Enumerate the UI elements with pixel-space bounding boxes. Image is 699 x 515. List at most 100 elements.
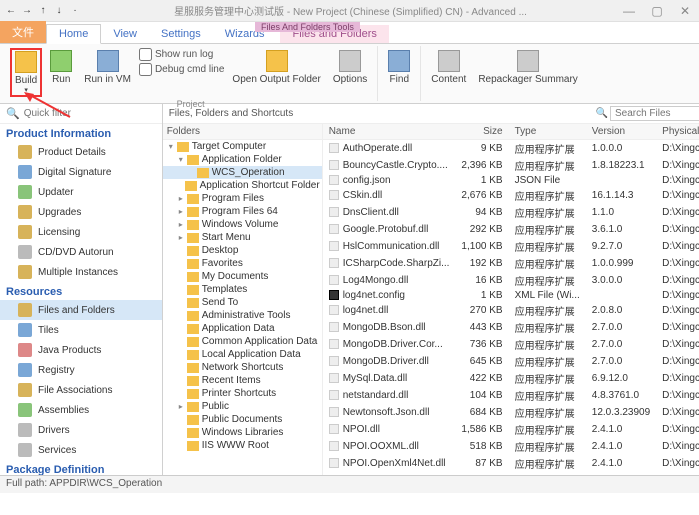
file-row[interactable]: Log4Mongo.dll16 KB应用程序扩展3.0.0.0D:\XingcO… <box>323 272 699 289</box>
run-button[interactable]: Run <box>46 48 76 87</box>
tree-expander[interactable]: ▸ <box>175 233 187 242</box>
repackager-button[interactable]: Repackager Summary <box>474 48 581 87</box>
find-button[interactable]: Find <box>384 48 414 87</box>
file-row[interactable]: ICSharpCode.SharpZi...192 KB应用程序扩展1.0.0.… <box>323 255 699 272</box>
nav-item[interactable]: Java Products <box>0 340 162 360</box>
close-button[interactable]: ✕ <box>675 4 695 18</box>
quick-filter-input[interactable] <box>24 108 156 119</box>
tab-home[interactable]: Home <box>46 24 101 44</box>
qat-button[interactable]: ← <box>4 4 18 18</box>
tree-expander[interactable]: ▸ <box>175 207 187 216</box>
nav-item[interactable]: Multiple Instances <box>0 262 162 282</box>
tree-item[interactable]: ▾Application Folder <box>163 153 322 166</box>
quick-filter[interactable]: 🔍 <box>0 104 162 124</box>
tree-item[interactable]: Common Application Data <box>163 335 322 348</box>
tree-item[interactable]: Templates <box>163 283 322 296</box>
tree-item[interactable]: Printer Shortcuts <box>163 387 322 400</box>
file-row[interactable]: MySql.Data.dll422 KB应用程序扩展6.9.12.0D:\Xin… <box>323 370 699 387</box>
file-row[interactable]: NPOI.OOXML.dll518 KB应用程序扩展2.4.1.0D:\Xing… <box>323 438 699 455</box>
show-run-log-check[interactable]: Show run log <box>139 48 224 61</box>
column-header[interactable]: Physical Sou <box>656 124 699 140</box>
file-row[interactable]: NPOI.dll1,586 KB应用程序扩展2.4.1.0D:\XingcOpe <box>323 421 699 438</box>
tab-file[interactable]: 文件 <box>0 21 46 43</box>
column-header[interactable]: Size <box>455 124 508 140</box>
cell: D:\XingcOpe <box>656 289 699 302</box>
tree-item[interactable]: IIS WWW Root <box>163 439 322 452</box>
minimize-button[interactable]: — <box>619 4 639 18</box>
nav-item[interactable]: CD/DVD Autorun <box>0 242 162 262</box>
tree-item[interactable]: Local Application Data <box>163 348 322 361</box>
tab-settings[interactable]: Settings <box>149 25 213 43</box>
file-row[interactable]: NPOI.OpenXml4Net.dll87 KB应用程序扩展2.4.1.0D:… <box>323 455 699 472</box>
tree-item[interactable]: ▸Start Menu <box>163 231 322 244</box>
tree-label: Windows Volume <box>202 219 279 230</box>
file-row[interactable]: MongoDB.Driver.dll645 KB应用程序扩展2.7.0.0D:\… <box>323 353 699 370</box>
content-button[interactable]: Content <box>427 48 470 87</box>
qat-button[interactable]: ↓ <box>52 4 66 18</box>
file-row[interactable]: HslCommunication.dll1,100 KB应用程序扩展9.2.7.… <box>323 238 699 255</box>
nav-item[interactable]: Updater <box>0 182 162 202</box>
file-row[interactable]: config.json1 KBJSON FileD:\XingcOpe <box>323 174 699 187</box>
nav-item[interactable]: Upgrades <box>0 202 162 222</box>
file-row[interactable]: CSkin.dll2,676 KB应用程序扩展16.1.14.3D:\Xingc… <box>323 187 699 204</box>
maximize-button[interactable]: ▢ <box>647 4 667 18</box>
tree-expander[interactable]: ▸ <box>175 194 187 203</box>
file-row[interactable]: netstandard.dll104 KB应用程序扩展4.8.3761.0D:\… <box>323 387 699 404</box>
tree-item[interactable]: ▸ Windows Volume <box>163 218 322 231</box>
tree-item[interactable]: Network Shortcuts <box>163 361 322 374</box>
options-button[interactable]: Options <box>329 48 371 87</box>
tree-item[interactable]: ▸Program Files <box>163 192 322 205</box>
column-header[interactable]: Version <box>586 124 656 140</box>
tree-expander[interactable]: ▸ <box>175 220 187 229</box>
nav-item[interactable]: Digital Signature <box>0 162 162 182</box>
tree-expander[interactable]: ▸ <box>175 402 187 411</box>
tree-item[interactable]: ▾Target Computer <box>163 140 322 153</box>
nav-item[interactable]: Product Details <box>0 142 162 162</box>
file-row[interactable]: AuthOperate.dll9 KB应用程序扩展1.0.0.0D:\Xingc… <box>323 140 699 158</box>
build-button[interactable]: Build▾ <box>10 48 42 97</box>
nav-item[interactable]: Drivers <box>0 420 162 440</box>
nav-item[interactable]: Services <box>0 440 162 460</box>
nav-item[interactable]: Tiles <box>0 320 162 340</box>
file-row[interactable]: MongoDB.Bson.dll443 KB应用程序扩展2.7.0.0D:\Xi… <box>323 319 699 336</box>
qat-button[interactable]: → <box>20 4 34 18</box>
tree-item[interactable]: Recent Items <box>163 374 322 387</box>
column-header[interactable]: Type <box>509 124 586 140</box>
file-row[interactable]: log4net.config1 KBXML File (Wi...D:\Xing… <box>323 289 699 302</box>
run-in-vm-button[interactable]: Run in VM <box>80 48 135 87</box>
tree-item[interactable]: My Documents <box>163 270 322 283</box>
file-row[interactable]: Newtonsoft.Json.dll684 KB应用程序扩展12.0.3.23… <box>323 404 699 421</box>
files-search-input[interactable] <box>610 106 699 121</box>
debug-cmd-check[interactable]: Debug cmd line <box>139 63 224 76</box>
qat-button[interactable]: · <box>68 4 82 18</box>
tree-item[interactable]: Public Documents <box>163 413 322 426</box>
tab-view[interactable]: View <box>101 25 149 43</box>
column-header[interactable]: Name <box>323 124 456 140</box>
cell: 270 KB <box>455 302 508 319</box>
tree-item[interactable]: Windows Libraries <box>163 426 322 439</box>
nav-item[interactable]: File Associations <box>0 380 162 400</box>
nav-item[interactable]: Licensing <box>0 222 162 242</box>
tree-item[interactable]: ▸Public <box>163 400 322 413</box>
file-row[interactable]: NPOI.OpenXmlForma...2,030 KB应用程序扩展2.4.1.… <box>323 472 699 475</box>
tree-item[interactable]: WCS_Operation <box>163 166 322 179</box>
tree-item[interactable]: Desktop <box>163 244 322 257</box>
file-row[interactable]: MongoDB.Driver.Cor...736 KB应用程序扩展2.7.0.0… <box>323 336 699 353</box>
tree-item[interactable]: Application Shortcut Folder <box>163 179 322 192</box>
nav-item[interactable]: Assemblies <box>0 400 162 420</box>
file-row[interactable]: DnsClient.dll94 KB应用程序扩展1.1.0D:\XingcOpe <box>323 204 699 221</box>
tree-item[interactable]: ▸Program Files 64 <box>163 205 322 218</box>
tree-expander[interactable]: ▾ <box>175 155 187 164</box>
tree-item[interactable]: Application Data <box>163 322 322 335</box>
tree-expander[interactable]: ▾ <box>165 142 177 151</box>
file-row[interactable]: log4net.dll270 KB应用程序扩展2.0.8.0D:\XingcOp… <box>323 302 699 319</box>
open-output-button[interactable]: Open Output Folder <box>228 48 324 87</box>
tree-item[interactable]: Administrative Tools <box>163 309 322 322</box>
tree-item[interactable]: Favorites <box>163 257 322 270</box>
tree-item[interactable]: Send To <box>163 296 322 309</box>
file-row[interactable]: Google.Protobuf.dll292 KB应用程序扩展3.6.1.0D:… <box>323 221 699 238</box>
qat-button[interactable]: ↑ <box>36 4 50 18</box>
nav-item[interactable]: Registry <box>0 360 162 380</box>
file-row[interactable]: BouncyCastle.Crypto....2,396 KB应用程序扩展1.8… <box>323 157 699 174</box>
nav-item[interactable]: Files and Folders <box>0 300 162 320</box>
